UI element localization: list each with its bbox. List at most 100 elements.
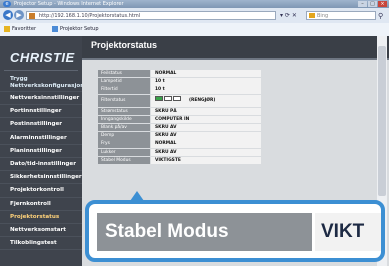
sidebar: CHRISTIE Trygg Nettverkskonfigurasjon Nett… bbox=[0, 36, 82, 266]
sidebar-item[interactable]: Dato/tid-innstillinger bbox=[0, 158, 82, 172]
sidebar-item-label: Postinnstillinger bbox=[10, 121, 63, 128]
status-row: Inngangskilde COMPUTER IN bbox=[98, 115, 262, 124]
sidebar-item-label: Dato/tid-innstillinger bbox=[10, 160, 76, 167]
sidebar-item-label: Projektorkontroll bbox=[10, 187, 64, 194]
status-value: NORMAL bbox=[151, 140, 261, 148]
filter-status-text: (RENGJØR) bbox=[189, 97, 216, 103]
sidebar-item[interactable]: Alarminnstillinger bbox=[0, 132, 82, 145]
status-row: Feilstatus NORMAL bbox=[98, 70, 262, 78]
window-titlebar: e Projector Setup - Windows Internet Exp… bbox=[0, 0, 389, 8]
sidebar-item-label: Planinnstillinger bbox=[10, 147, 62, 154]
sidebar-item-label: Fjernkontroll bbox=[10, 200, 51, 207]
browser-icon: e bbox=[3, 1, 11, 7]
sidebar-item-label: Alarminnstillinger bbox=[10, 134, 67, 141]
brand-logo: CHRISTIE bbox=[10, 50, 75, 65]
sidebar-item-label: Nettverksinnstillinger bbox=[10, 95, 80, 101]
status-label: Lukker bbox=[98, 148, 150, 156]
filter-level-indicator bbox=[155, 96, 185, 102]
status-value: NORMAL bbox=[151, 70, 261, 78]
zoom-callout: Stabel Modus VIKT bbox=[85, 200, 385, 262]
filter-segment bbox=[164, 96, 172, 102]
sidebar-item-label: Nettverksomstart bbox=[10, 226, 66, 233]
filter-segment bbox=[155, 96, 163, 102]
page-icon bbox=[29, 13, 35, 19]
sidebar-item[interactable]: Nettverksinnstillinger bbox=[0, 92, 82, 106]
status-row: Frys NORMAL bbox=[98, 140, 262, 148]
status-row: Lampetid 10 t bbox=[98, 78, 262, 86]
status-table: Feilstatus NORMAL Lampetid 10 t Filtertid 10 … bbox=[98, 70, 262, 165]
status-row: Filterstatus (RENGJØR) bbox=[98, 94, 262, 108]
sidebar-item[interactable]: Tilkoblingstest bbox=[0, 237, 82, 251]
header-divider bbox=[82, 58, 389, 60]
scrollbar-thumb[interactable] bbox=[378, 46, 386, 196]
sidebar-item[interactable]: Fjernkontroll bbox=[0, 198, 82, 211]
divider bbox=[4, 70, 78, 71]
favorite-item[interactable]: Projektor Setup bbox=[52, 25, 99, 34]
status-value: 10 t bbox=[151, 78, 261, 86]
navigation-bar: ◀ ▶ http://192.168.1.10/Projektorstatus.… bbox=[0, 8, 389, 23]
favorites-bar: Favoritter Projektor Setup bbox=[0, 23, 389, 37]
sidebar-item-label: Trygg bbox=[10, 76, 28, 82]
status-value: (RENGJØR) bbox=[151, 94, 261, 107]
sidebar-item[interactable]: Portinnstillinger bbox=[0, 105, 82, 119]
favorite-label: Projektor Setup bbox=[60, 26, 99, 32]
zoom-value: VIKT bbox=[315, 213, 381, 251]
status-row: Filtertid 10 t bbox=[98, 86, 262, 94]
status-value: SKRU AV bbox=[151, 132, 261, 140]
sidebar-item[interactable]: Postinnstillinger bbox=[0, 118, 82, 132]
sidebar-item[interactable]: Sikkerhetsinnstillinger bbox=[0, 171, 82, 185]
status-row: Stabel Modus VIKTIGSTE bbox=[98, 156, 262, 165]
minimize-button[interactable]: – bbox=[358, 1, 367, 7]
search-input[interactable]: Bing bbox=[306, 11, 376, 20]
back-button[interactable]: ◀ bbox=[3, 10, 13, 20]
sidebar-item[interactable]: Projektorstatus bbox=[0, 211, 82, 224]
window-controls: – □ × bbox=[358, 1, 387, 7]
sidebar-item-label: Sikkerhetsinnstillinger bbox=[10, 174, 82, 181]
favorite-label: Favoritter bbox=[12, 26, 36, 32]
status-label: Inngangskilde bbox=[98, 115, 150, 124]
status-label: Stabel Modus bbox=[98, 156, 150, 165]
window-title: Projector Setup - Windows Internet Explo… bbox=[14, 1, 124, 7]
bing-icon bbox=[309, 13, 315, 18]
forward-button[interactable]: ▶ bbox=[14, 10, 24, 20]
status-label: Filtertid bbox=[98, 86, 150, 94]
status-value: 10 t bbox=[151, 86, 261, 94]
sidebar-menu: Trygg Nettverkskonfigurasjon Nettverksinns… bbox=[0, 74, 82, 251]
sidebar-item[interactable]: Planinnstillinger bbox=[0, 145, 82, 158]
status-label: Demp bbox=[98, 132, 150, 140]
sidebar-item-label: Portinnstillinger bbox=[10, 108, 62, 115]
sidebar-item-label: Projektorstatus bbox=[10, 213, 60, 220]
sidebar-item[interactable]: Projektorkontroll bbox=[0, 184, 82, 198]
status-value: SKRU PÅ bbox=[151, 107, 261, 115]
status-label: Blank på/av bbox=[98, 123, 150, 132]
bookmark-icon bbox=[52, 25, 58, 32]
status-row: Blank på/av SKRU AV bbox=[98, 123, 262, 132]
page-title: Projektorstatus bbox=[91, 40, 158, 50]
status-label: Feilstatus bbox=[98, 70, 150, 78]
filter-segment bbox=[173, 96, 181, 102]
sidebar-item[interactable]: Nettverksomstart bbox=[0, 224, 82, 238]
page-header: Projektorstatus bbox=[82, 36, 389, 58]
status-value: SKRU AV bbox=[151, 123, 261, 132]
status-value: VIKTIGSTE bbox=[151, 156, 261, 165]
search-placeholder: Bing bbox=[317, 13, 329, 19]
close-button[interactable]: × bbox=[378, 1, 387, 7]
status-row: Strømstatus SKRU PÅ bbox=[98, 107, 262, 116]
status-value: COMPUTER IN bbox=[151, 115, 261, 124]
sidebar-item[interactable]: Trygg Nettverkskonfigurasjon bbox=[0, 74, 82, 92]
status-value: SKRU AV bbox=[151, 148, 261, 156]
favorite-item[interactable]: Favoritter bbox=[4, 25, 36, 34]
status-label: Frys bbox=[98, 140, 150, 148]
address-bar[interactable]: http://192.168.1.10/Projektorstatus.html bbox=[26, 11, 276, 20]
search-icon[interactable]: ⚲ bbox=[378, 12, 383, 20]
maximize-button[interactable]: □ bbox=[368, 1, 377, 7]
address-tools[interactable]: ▾ ⟳ ✕ bbox=[280, 11, 297, 20]
address-text: http://192.168.1.10/Projektorstatus.html bbox=[39, 13, 141, 19]
sidebar-item-label: Tilkoblingstest bbox=[10, 240, 57, 247]
status-label: Lampetid bbox=[98, 78, 150, 86]
zoom-label: Stabel Modus bbox=[97, 213, 312, 251]
status-label: Filterstatus bbox=[98, 94, 150, 107]
sidebar-item-label: Nettverkskonfigurasjon bbox=[10, 83, 82, 89]
status-row: Demp SKRU AV bbox=[98, 132, 262, 140]
status-label: Strømstatus bbox=[98, 107, 150, 115]
